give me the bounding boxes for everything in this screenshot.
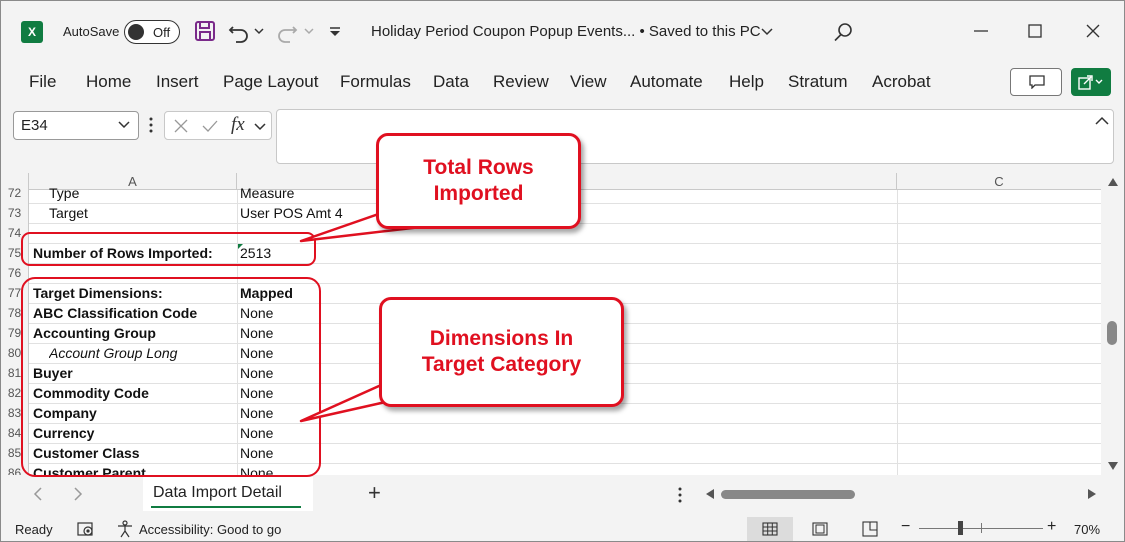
row-header[interactable]: 73 (1, 203, 29, 223)
tab-help[interactable]: Help (729, 72, 764, 92)
grid-icon (762, 522, 778, 536)
redo-icon[interactable] (275, 19, 299, 43)
vertical-scroll-thumb[interactable] (1107, 321, 1117, 345)
active-tab-underline (151, 506, 301, 508)
name-box-value: E34 (21, 117, 48, 134)
zoom-slider-tick (981, 523, 982, 533)
customize-toolbar-icon[interactable] (327, 19, 343, 43)
chevron-left-icon[interactable] (33, 487, 43, 501)
column-header-c[interactable]: C (897, 173, 1101, 190)
autosave-toggle[interactable]: Off (124, 20, 180, 44)
autosave-label: AutoSave (63, 24, 120, 39)
zoom-level[interactable]: 70% (1074, 522, 1100, 537)
chevron-right-icon[interactable] (73, 487, 83, 501)
excel-window: X AutoSave Off Holiday Period Coupon Pop… (0, 0, 1125, 542)
redo-dropdown-icon[interactable] (303, 19, 315, 43)
dimensions-highlight (21, 277, 321, 477)
title-bar: X AutoSave Off Holiday Period Coupon Pop… (1, 1, 1124, 63)
tab-insert[interactable]: Insert (156, 72, 199, 92)
tab-review[interactable]: Review (493, 72, 549, 92)
chevron-down-icon[interactable] (254, 122, 266, 131)
cell-a[interactable]: Type (49, 184, 233, 203)
vertical-scrollbar[interactable] (1101, 173, 1124, 475)
search-icon[interactable] (833, 21, 855, 43)
toggle-knob (128, 24, 144, 40)
undo-dropdown-icon[interactable] (253, 19, 265, 43)
macro-recording-icon[interactable] (77, 521, 95, 537)
horizontal-scroll-thumb[interactable] (721, 490, 855, 499)
close-icon[interactable] (1081, 19, 1105, 43)
excel-logo-icon: X (21, 21, 43, 43)
scroll-right-icon[interactable] (1088, 489, 1096, 499)
more-options-icon[interactable] (677, 487, 683, 503)
maximize-icon[interactable] (1023, 19, 1047, 43)
cell-b[interactable]: None (240, 424, 890, 443)
chevron-down-icon (118, 121, 130, 129)
sheet-tab-data-import-detail[interactable]: Data Import Detail (143, 477, 313, 511)
cell-a[interactable]: Target (49, 204, 233, 223)
tab-formulas[interactable]: Formulas (340, 72, 411, 92)
name-box[interactable]: E34 (13, 111, 139, 140)
scroll-left-icon[interactable] (706, 489, 714, 499)
formula-buttons: fx (164, 111, 272, 140)
cancel-icon[interactable] (173, 118, 189, 134)
autosave-state: Off (153, 25, 171, 40)
callout-dimensions: Dimensions In Target Category (379, 297, 624, 407)
page-break-preview-icon[interactable] (862, 521, 878, 537)
add-sheet-button[interactable]: + (368, 480, 381, 506)
tab-view[interactable]: View (570, 72, 607, 92)
cell-b[interactable]: 2513 (240, 244, 890, 263)
share-button[interactable] (1071, 68, 1111, 96)
share-icon (1078, 75, 1103, 90)
save-icon[interactable] (193, 19, 217, 43)
comments-button[interactable] (1010, 68, 1062, 96)
minimize-icon[interactable] (969, 19, 993, 43)
chevron-down-icon[interactable] (761, 27, 773, 37)
page-layout-view-icon[interactable] (812, 522, 828, 536)
tab-acrobat[interactable]: Acrobat (872, 72, 931, 92)
sheet-tab-label: Data Import Detail (153, 484, 282, 501)
zoom-slider-thumb[interactable] (958, 521, 963, 535)
row-header[interactable]: 72 (1, 183, 29, 203)
tab-home[interactable]: Home (86, 72, 131, 92)
callout-total-rows: Total Rows Imported (376, 133, 581, 229)
rows-imported-highlight (21, 232, 316, 266)
scroll-up-icon[interactable] (1108, 178, 1118, 186)
collapse-formula-bar-icon[interactable] (1095, 116, 1109, 126)
status-bar: Ready Accessibility: Good to go − + 70% (1, 515, 1124, 541)
tab-file[interactable]: File (29, 72, 56, 92)
document-title[interactable]: Holiday Period Coupon Popup Events... • … (371, 23, 761, 40)
tab-automate[interactable]: Automate (630, 72, 703, 92)
undo-icon[interactable] (227, 19, 251, 43)
ribbon-tabs: File Home Insert Page Layout Formulas Da… (1, 65, 1124, 99)
scroll-down-icon[interactable] (1108, 462, 1118, 470)
normal-view-button[interactable] (747, 517, 793, 541)
accessibility-status[interactable]: Accessibility: Good to go (139, 522, 281, 537)
zoom-out-button[interactable]: − (901, 518, 910, 536)
accessibility-icon[interactable] (116, 520, 134, 538)
enter-check-icon[interactable] (201, 118, 219, 134)
cell-b[interactable]: None (240, 444, 890, 463)
insert-function-button[interactable]: fx (231, 114, 245, 136)
more-options-icon[interactable] (148, 117, 154, 133)
tab-data[interactable]: Data (433, 72, 469, 92)
zoom-in-button[interactable]: + (1047, 518, 1056, 536)
status-ready: Ready (15, 522, 53, 537)
tab-stratum[interactable]: Stratum (788, 72, 848, 92)
comment-icon (1029, 75, 1045, 89)
column-divider (897, 190, 898, 475)
tab-page-layout[interactable]: Page Layout (223, 72, 318, 92)
cell-b[interactable]: None (240, 464, 890, 475)
